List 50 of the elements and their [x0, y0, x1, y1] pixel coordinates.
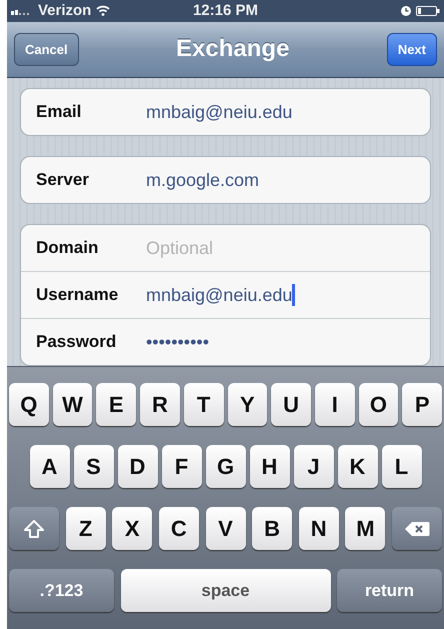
- key[interactable]: P: [402, 383, 442, 426]
- key[interactable]: Z: [66, 507, 106, 550]
- field-label: Domain: [36, 238, 100, 258]
- next-button[interactable]: Next: [386, 32, 437, 66]
- field-label: Username: [36, 285, 120, 306]
- key[interactable]: I: [314, 383, 355, 426]
- key[interactable]: U: [271, 383, 311, 426]
- key[interactable]: O: [358, 383, 398, 426]
- cancel-button[interactable]: Cancel: [14, 32, 79, 66]
- key[interactable]: W: [52, 383, 92, 426]
- input-field[interactable]: ••••••••••: [146, 332, 210, 353]
- input-field[interactable]: mnbaig@neiu.edu: [146, 102, 292, 123]
- key[interactable]: V: [206, 507, 246, 550]
- key[interactable]: F: [162, 445, 202, 488]
- key[interactable]: N: [298, 507, 339, 550]
- battery-icon: [416, 6, 440, 16]
- status-time: 12:16 PM: [192, 2, 258, 20]
- key[interactable]: G: [206, 445, 246, 488]
- key[interactable]: Y: [228, 383, 268, 426]
- key[interactable]: R: [140, 383, 180, 426]
- key[interactable]: X: [112, 507, 152, 550]
- key[interactable]: M: [345, 507, 386, 550]
- wifi-icon: [96, 5, 110, 16]
- field-label: Email: [36, 102, 82, 122]
- delete-key[interactable]: [392, 507, 442, 550]
- space-key[interactable]: space: [120, 569, 330, 612]
- shift-icon: [24, 520, 44, 538]
- nav-title: Exchange: [176, 35, 290, 64]
- clock-icon: [400, 6, 411, 16]
- field-label: Password: [36, 332, 118, 352]
- key[interactable]: H: [250, 445, 290, 488]
- key[interactable]: C: [158, 507, 199, 550]
- key[interactable]: S: [74, 445, 114, 488]
- key[interactable]: D: [118, 445, 158, 488]
- key[interactable]: K: [338, 445, 378, 488]
- field-label: Server: [36, 170, 90, 190]
- key[interactable]: L: [382, 445, 422, 488]
- key[interactable]: B: [252, 507, 292, 550]
- carrier-name: Verizon: [38, 2, 92, 20]
- key[interactable]: J: [294, 445, 334, 488]
- return-key[interactable]: return: [337, 569, 442, 612]
- key[interactable]: T: [184, 383, 224, 426]
- mode-key[interactable]: .?123: [9, 569, 114, 612]
- shift-key[interactable]: [9, 507, 59, 550]
- key[interactable]: E: [96, 383, 136, 426]
- key[interactable]: A: [30, 445, 70, 488]
- input-field[interactable]: mnbaig@neiu.edu: [146, 284, 296, 306]
- delete-icon: [404, 520, 430, 537]
- key[interactable]: Q: [8, 383, 49, 426]
- input-field[interactable]: m.google.com: [146, 170, 260, 191]
